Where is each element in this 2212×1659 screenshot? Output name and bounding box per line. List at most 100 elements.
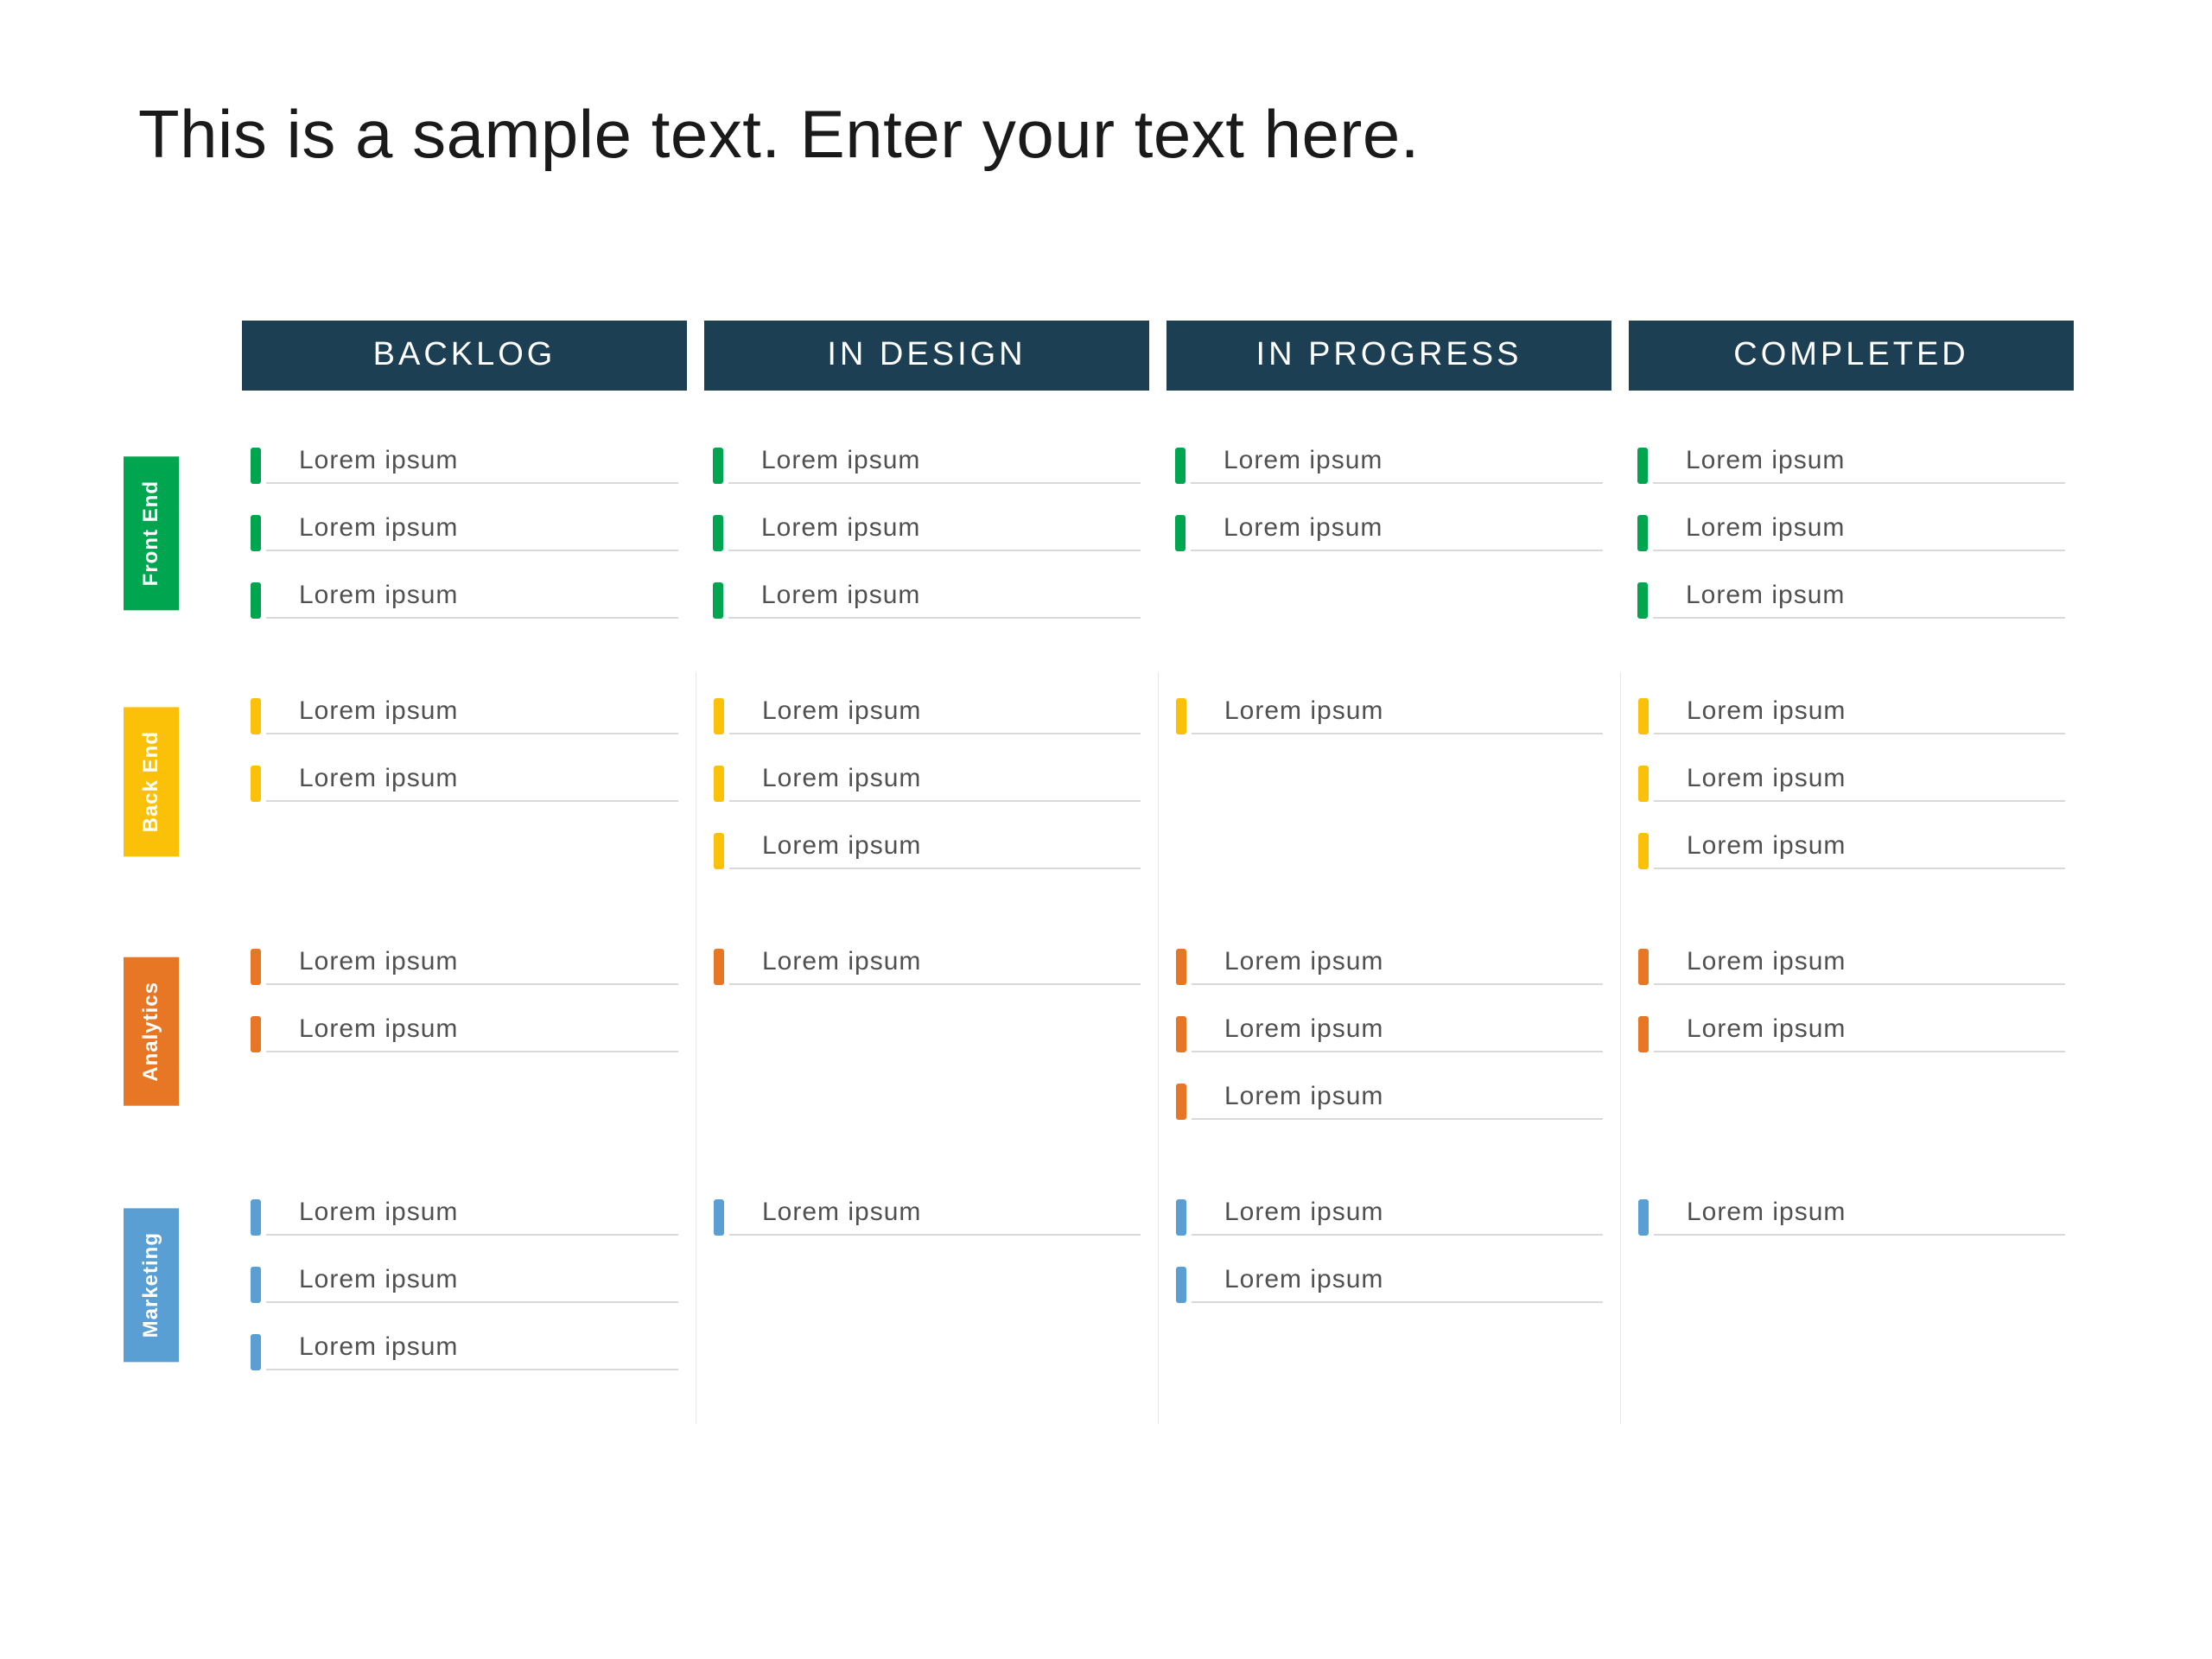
card-text: Lorem ipsum	[266, 513, 678, 551]
kanban-card: Lorem ipsum	[713, 581, 1141, 619]
cell-analytics-in_design: Lorem ipsum	[696, 923, 1158, 1173]
card-text: Lorem ipsum	[266, 581, 678, 619]
cell-marketing-in_progress: Lorem ipsum Lorem ipsum	[1158, 1173, 1620, 1424]
kanban-card: Lorem ipsum	[251, 1198, 678, 1236]
card-text: Lorem ipsum	[266, 446, 678, 484]
lane-label-text: Analytics	[124, 957, 179, 1106]
card-text: Lorem ipsum	[729, 764, 1141, 802]
card-text: Lorem ipsum	[1192, 696, 1603, 734]
kanban-card: Lorem ipsum	[251, 1014, 678, 1052]
card-text: Lorem ipsum	[1192, 1265, 1603, 1303]
kanban-card: Lorem ipsum	[1176, 1082, 1603, 1120]
cell-frontend-backlog: Lorem ipsum Lorem ipsum Lorem ipsum	[233, 422, 696, 672]
card-text: Lorem ipsum	[729, 1198, 1141, 1236]
kanban-card: Lorem ipsum	[1638, 1198, 2065, 1236]
kanban-card: Lorem ipsum	[713, 513, 1141, 551]
kanban-card: Lorem ipsum	[1638, 947, 2065, 985]
kanban-card: Lorem ipsum	[1176, 1265, 1603, 1303]
cell-analytics-backlog: Lorem ipsum Lorem ipsum	[233, 923, 696, 1173]
card-color-bar	[1176, 949, 1186, 985]
card-color-bar	[1175, 515, 1185, 551]
card-text: Lorem ipsum	[1191, 446, 1603, 484]
kanban-card: Lorem ipsum	[1637, 446, 2065, 484]
kanban-card: Lorem ipsum	[251, 764, 678, 802]
card-text: Lorem ipsum	[729, 831, 1141, 869]
card-text: Lorem ipsum	[1654, 947, 2065, 985]
card-text: Lorem ipsum	[1653, 513, 2065, 551]
cell-backend-in_design: Lorem ipsum Lorem ipsum Lorem ipsum	[696, 672, 1158, 923]
card-color-bar	[1638, 1199, 1649, 1236]
lane-label-text: Back End	[124, 707, 179, 856]
cell-marketing-completed: Lorem ipsum	[1620, 1173, 2082, 1424]
kanban-card: Lorem ipsum	[1638, 1014, 2065, 1052]
column-header-backlog: BACKLOG	[242, 321, 687, 391]
card-text: Lorem ipsum	[1653, 446, 2065, 484]
card-color-bar	[1637, 448, 1648, 484]
slide: This is a sample text. Enter your text h…	[0, 0, 2212, 1476]
kanban-card: Lorem ipsum	[1176, 947, 1603, 985]
card-text: Lorem ipsum	[1654, 1014, 2065, 1052]
kanban-card: Lorem ipsum	[251, 1332, 678, 1370]
card-color-bar	[1637, 582, 1648, 619]
lane-label-frontend: Front End	[69, 422, 233, 672]
kanban-card: Lorem ipsum	[1176, 696, 1603, 734]
lane-label-text: Front End	[124, 456, 179, 610]
card-color-bar	[1637, 515, 1648, 551]
kanban-card: Lorem ipsum	[251, 446, 678, 484]
card-text: Lorem ipsum	[1192, 1082, 1603, 1120]
column-header-completed: COMPLETED	[1629, 321, 2074, 391]
kanban-card: Lorem ipsum	[251, 947, 678, 985]
card-text: Lorem ipsum	[266, 764, 678, 802]
kanban-card: Lorem ipsum	[1638, 696, 2065, 734]
column-header-in-design: IN DESIGN	[704, 321, 1149, 391]
cell-marketing-in_design: Lorem ipsum	[696, 1173, 1158, 1424]
card-color-bar	[713, 582, 723, 619]
card-color-bar	[1638, 949, 1649, 985]
card-text: Lorem ipsum	[1192, 947, 1603, 985]
card-color-bar	[714, 698, 724, 734]
card-color-bar	[714, 766, 724, 802]
page-title: This is a sample text. Enter your text h…	[138, 95, 2082, 174]
card-text: Lorem ipsum	[1654, 764, 2065, 802]
lane-label-marketing: Marketing	[69, 1173, 233, 1424]
kanban-card: Lorem ipsum	[714, 947, 1141, 985]
cell-analytics-in_progress: Lorem ipsumLorem ipsumLorem ipsum	[1158, 923, 1620, 1173]
card-text: Lorem ipsum	[729, 696, 1141, 734]
kanban-card: Lorem ipsum	[1176, 1198, 1603, 1236]
card-text: Lorem ipsum	[728, 513, 1141, 551]
card-text: Lorem ipsum	[266, 1014, 678, 1052]
header-spacer	[69, 321, 233, 422]
cell-backend-completed: Lorem ipsum Lorem ipsum Lorem ipsum	[1620, 672, 2082, 923]
lane-label-analytics: Analytics	[69, 923, 233, 1173]
card-color-bar	[714, 1199, 724, 1236]
card-color-bar	[251, 766, 261, 802]
kanban-card: Lorem ipsum	[1175, 513, 1603, 551]
card-color-bar	[251, 582, 261, 619]
kanban-card: Lorem ipsum	[251, 513, 678, 551]
lane-label-text: Marketing	[124, 1208, 179, 1362]
kanban-card: Lorem ipsum	[1638, 831, 2065, 869]
kanban-card: Lorem ipsum	[1638, 764, 2065, 802]
kanban-card: Lorem ipsum	[714, 764, 1141, 802]
card-text: Lorem ipsum	[1654, 831, 2065, 869]
card-text: Lorem ipsum	[1192, 1198, 1603, 1236]
card-color-bar	[713, 515, 723, 551]
card-color-bar	[251, 1267, 261, 1303]
card-color-bar	[251, 698, 261, 734]
card-color-bar	[1176, 1267, 1186, 1303]
card-color-bar	[1176, 1199, 1186, 1236]
card-color-bar	[251, 1016, 261, 1052]
card-text: Lorem ipsum	[266, 1265, 678, 1303]
card-text: Lorem ipsum	[266, 696, 678, 734]
card-color-bar	[1176, 1016, 1186, 1052]
card-color-bar	[714, 949, 724, 985]
card-text: Lorem ipsum	[266, 1332, 678, 1370]
kanban-card: Lorem ipsum	[251, 696, 678, 734]
kanban-card: Lorem ipsum	[714, 1198, 1141, 1236]
card-color-bar	[1638, 766, 1649, 802]
kanban-card: Lorem ipsum	[1175, 446, 1603, 484]
card-color-bar	[1175, 448, 1185, 484]
kanban-board: BACKLOG IN DESIGN IN PROGRESS COMPLETED …	[69, 321, 2082, 1424]
card-color-bar	[251, 1199, 261, 1236]
card-color-bar	[1176, 698, 1186, 734]
